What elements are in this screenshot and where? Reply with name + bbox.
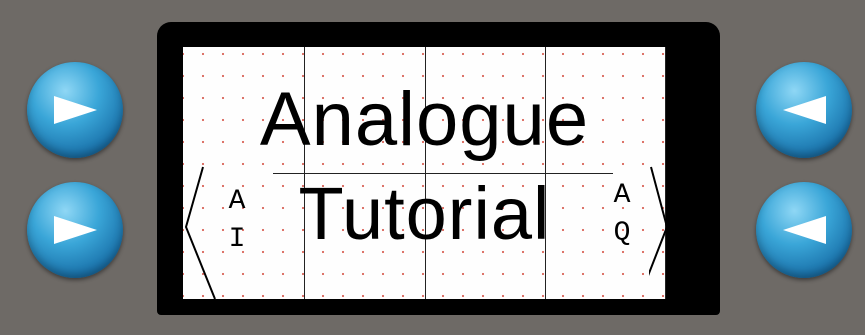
left-bottom-button[interactable] (27, 182, 123, 278)
right-label-top: A (613, 180, 631, 211)
right-bracket-icon (649, 166, 666, 277)
display-line-2: Tutorial (298, 172, 551, 255)
left-bracket-icon (184, 166, 216, 299)
right-top-button[interactable] (756, 62, 852, 158)
lcd-screen: Analogue Tutorial A I A Q (183, 47, 666, 299)
arrow-right-icon (54, 216, 97, 244)
left-top-button[interactable] (27, 62, 123, 158)
right-label-bottom: Q (613, 218, 631, 249)
right-bottom-button[interactable] (756, 182, 852, 278)
left-label-bottom: I (228, 224, 246, 255)
display-line-1: Analogue (259, 77, 590, 162)
device-panel: Analogue Tutorial A I A Q (0, 0, 865, 335)
arrow-right-icon (54, 96, 97, 124)
arrow-left-icon (783, 216, 826, 244)
left-label-top: A (228, 186, 246, 217)
arrow-left-icon (783, 96, 826, 124)
